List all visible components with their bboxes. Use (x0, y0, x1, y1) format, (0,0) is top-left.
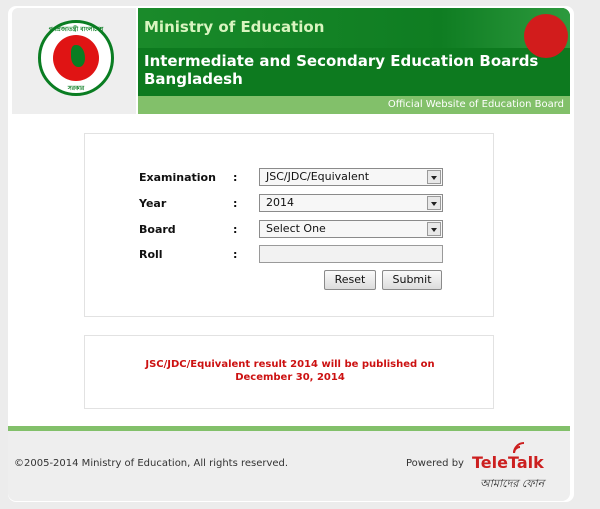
notice-message: JSC/JDC/Equivalent result 2014 will be p… (125, 358, 455, 384)
chevron-down-icon[interactable] (427, 196, 441, 210)
notice-line2: December 30, 2014 (235, 372, 345, 383)
examination-select[interactable]: JSC/JDC/Equivalent (259, 168, 443, 186)
reset-button[interactable]: Reset (324, 270, 376, 290)
chevron-down-icon[interactable] (427, 170, 441, 184)
header: গণপ্রজাতন্ত্রী বাংলাদেশ সরকার Ministry o… (8, 6, 574, 116)
result-form: Examination : JSC/JDC/Equivalent Year : … (84, 133, 494, 317)
year-label: Year (139, 197, 167, 210)
year-select[interactable]: 2014 (259, 194, 443, 212)
site-title-line2: Bangladesh (144, 70, 243, 88)
board-colon: : (233, 223, 238, 236)
header-banner: Ministry of Education Intermediate and S… (138, 8, 570, 96)
examination-colon: : (233, 171, 238, 184)
brand-name: TeleTalk (472, 453, 544, 472)
notice-line1: JSC/JDC/Equivalent result 2014 will be p… (145, 359, 435, 370)
site-title: Intermediate and Secondary Education Boa… (144, 52, 544, 88)
powered-by-text: Powered by (406, 458, 464, 469)
roll-input[interactable] (259, 245, 443, 263)
examination-value: JSC/JDC/Equivalent (266, 170, 370, 183)
notice-box: JSC/JDC/Equivalent result 2014 will be p… (84, 335, 494, 409)
seal-red-circle (53, 35, 99, 81)
brand-talk: Talk (507, 453, 544, 472)
board-value: Select One (266, 222, 326, 235)
bangladesh-map-icon (71, 45, 85, 67)
subtitle-text: Official Website of Education Board (387, 99, 564, 110)
government-seal-logo: গণপ্রজাতন্ত্রী বাংলাদেশ সরকার (38, 20, 114, 96)
examination-label: Examination (139, 171, 216, 184)
year-value: 2014 (266, 196, 294, 209)
submit-button[interactable]: Submit (382, 270, 442, 290)
board-label: Board (139, 223, 176, 236)
brand-tel: Tele (472, 453, 508, 472)
teletalk-logo[interactable]: TeleTalk আমাদের ফোন (472, 442, 564, 490)
roll-label: Roll (139, 248, 163, 261)
seal-top-text: গণপ্রজাতন্ত্রী বাংলাদেশ (48, 26, 104, 33)
seal-bottom-text: সরকার (67, 85, 85, 92)
brand-tagline: আমাদের ফোন (480, 477, 545, 490)
footer: ©2005-2014 Ministry of Education, All ri… (8, 431, 570, 501)
year-colon: : (233, 197, 238, 210)
copyright-text: ©2005-2014 Ministry of Education, All ri… (14, 458, 289, 469)
subtitle-bar: Official Website of Education Board (138, 96, 570, 114)
chevron-down-icon[interactable] (427, 222, 441, 236)
logo-area: গণপ্রজাতন্ত্রী বাংলাদেশ সরকার (12, 8, 136, 114)
page: গণপ্রজাতন্ত্রী বাংলাদেশ সরকার Ministry o… (8, 6, 574, 502)
site-title-line1: Intermediate and Secondary Education Boa… (144, 52, 539, 70)
roll-colon: : (233, 248, 238, 261)
ministry-title: Ministry of Education (144, 18, 325, 36)
board-select[interactable]: Select One (259, 220, 443, 238)
